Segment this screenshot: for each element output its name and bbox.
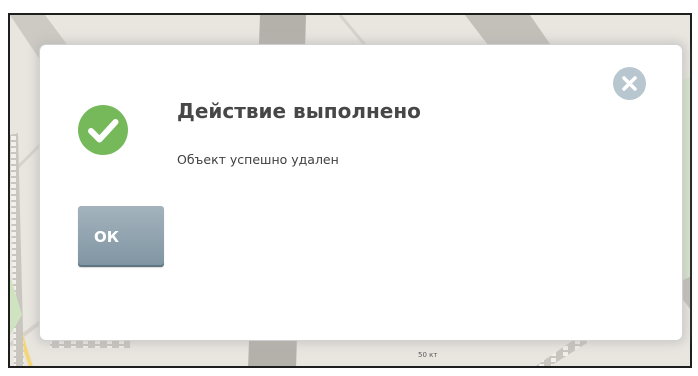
close-icon xyxy=(613,67,646,100)
success-dialog: Действие выполнено Объект успешно удален… xyxy=(40,45,682,340)
close-button[interactable] xyxy=(613,67,646,100)
screen: 50 кт Действие выполнено Объект успешно … xyxy=(0,0,698,376)
map-scale-label: 50 кт xyxy=(418,351,438,359)
check-circle-icon xyxy=(78,105,128,155)
dialog-message: Объект успешно удален xyxy=(177,152,339,167)
ok-button[interactable]: ОК xyxy=(78,206,164,267)
dialog-title: Действие выполнено xyxy=(177,99,421,123)
